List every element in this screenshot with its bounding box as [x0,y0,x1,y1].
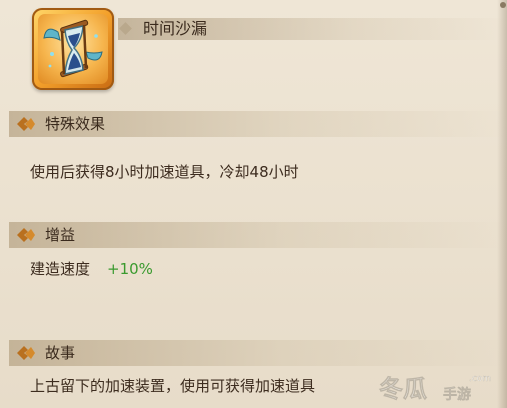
chevron-ornament-icon [17,117,35,131]
chevron-ornament-icon [17,346,35,360]
section-header-special-effect: 特殊效果 [9,111,507,137]
buff-stat-value: +10% [107,260,153,278]
watermark-main: 冬瓜 [379,375,427,403]
watermark-sub: 手游 [443,386,471,403]
hourglass-icon [38,14,108,84]
story-text: 上古留下的加速装置，使用可获得加速道具 [30,377,316,395]
watermark-domain: .com [469,374,491,384]
section-label: 故事 [45,344,76,362]
section-header-story: 故事 [9,340,507,366]
special-effect-text: 使用后获得8小时加速道具，冷却48小时 [30,163,299,181]
section-label: 增益 [45,226,76,244]
buff-stat-name: 建造速度 [30,260,91,278]
section-header-buff: 增益 [9,222,507,248]
item-icon-frame [32,8,114,90]
section-label: 特殊效果 [45,115,106,133]
watermark-logo: 冬瓜 .com 手游 [379,374,492,403]
chevron-ornament-icon [17,228,35,242]
item-name: 时间沙漏 [143,19,208,38]
scrollbar-thumb[interactable] [500,2,506,8]
